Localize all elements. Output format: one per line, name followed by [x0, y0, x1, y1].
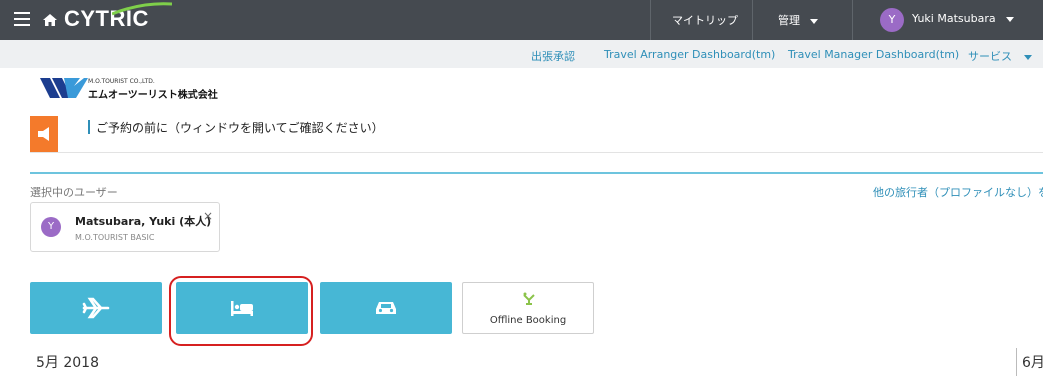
sub-navigation: 出張承認 Travel Arranger Dashboard(tm) Trave…	[0, 40, 1043, 68]
user-name: Yuki Matsubara	[912, 12, 996, 25]
chevron-down-icon	[1024, 54, 1032, 60]
travel-manager-dashboard-link[interactable]: Travel Manager Dashboard(tm)	[788, 48, 959, 61]
avatar: Y	[41, 217, 61, 237]
user-menu[interactable]: Yuki Matsubara	[912, 12, 1014, 25]
section-divider	[30, 172, 1043, 174]
chevron-down-icon	[1005, 16, 1014, 22]
notice-banner: ご予約の前に（ウィンドウを開いてご確認ください）	[30, 112, 1043, 153]
separator	[852, 0, 853, 40]
services-label: サービス	[968, 50, 1012, 63]
admin-menu[interactable]: 管理	[778, 12, 818, 28]
flight-booking-button[interactable]	[30, 282, 162, 334]
home-icon[interactable]	[42, 12, 58, 28]
approval-link[interactable]: 出張承認	[531, 48, 575, 64]
offline-booking-icon	[523, 292, 535, 305]
calendar-month-left: 5月 2018	[36, 355, 99, 371]
calendar-month-right: 6月	[1022, 355, 1043, 371]
selected-user-card: Y Matsubara, Yuki (本人) M.O.TOURIST BASIC…	[30, 202, 220, 252]
admin-label: 管理	[778, 14, 800, 27]
travel-arranger-dashboard-link[interactable]: Travel Arranger Dashboard(tm)	[604, 48, 775, 61]
selected-user-label: 選択中のユーザー	[30, 186, 118, 199]
calendar-divider	[1016, 348, 1017, 376]
chevron-down-icon	[810, 18, 818, 24]
add-other-traveler-link[interactable]: 他の旅行者（プロファイルなし）を追加	[873, 184, 1043, 200]
notice-text[interactable]: ご予約の前に（ウィンドウを開いてご確認ください）	[96, 119, 384, 136]
offline-booking-button[interactable]: Offline Booking	[462, 282, 594, 334]
my-trips-link[interactable]: マイトリップ	[672, 12, 738, 28]
company-name-en: M.O.TOURIST CO.,LTD.	[88, 78, 155, 85]
airplane-icon	[82, 297, 110, 319]
separator	[650, 0, 651, 40]
car-booking-button[interactable]	[320, 282, 452, 334]
traveler-name: Matsubara, Yuki (本人)	[75, 215, 212, 228]
top-navigation-bar: CYTRIC マイトリップ 管理 Y Yuki Matsubara	[0, 0, 1043, 40]
car-icon	[376, 302, 396, 314]
company-name-jp: エムオーツーリスト株式会社	[88, 90, 218, 101]
menu-icon[interactable]	[14, 12, 30, 26]
separator	[752, 0, 753, 40]
notice-accent-bar	[88, 120, 90, 134]
traveler-profile: M.O.TOURIST BASIC	[75, 233, 155, 242]
megaphone-icon	[30, 116, 58, 152]
services-menu[interactable]: サービス	[968, 48, 1032, 64]
offline-booking-label: Offline Booking	[489, 315, 567, 326]
remove-traveler-button[interactable]: ×	[203, 209, 213, 223]
user-avatar[interactable]: Y	[880, 8, 904, 32]
selection-highlight	[169, 276, 313, 346]
logo-swoosh-icon	[112, 2, 172, 16]
